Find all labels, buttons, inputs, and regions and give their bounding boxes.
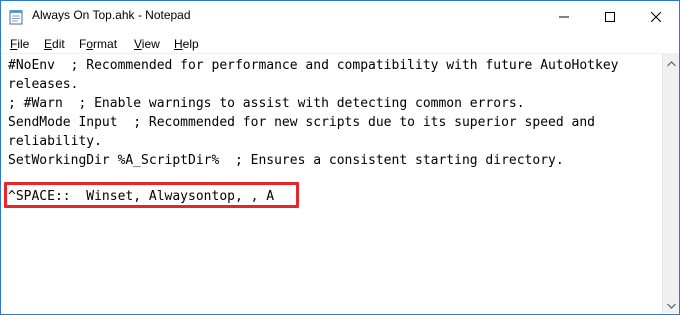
menu-format[interactable]: Format bbox=[79, 37, 117, 51]
code-line: SendMode Input ; Recommended for new scr… bbox=[8, 115, 595, 130]
maximize-icon bbox=[605, 11, 615, 22]
chevron-down-icon bbox=[667, 296, 676, 314]
menu-file[interactable]: File bbox=[10, 37, 29, 51]
minimize-icon bbox=[559, 12, 569, 22]
code-line: releases. bbox=[8, 77, 79, 92]
vertical-scrollbar[interactable] bbox=[662, 54, 679, 314]
close-icon bbox=[651, 11, 661, 22]
minimize-button[interactable] bbox=[541, 1, 587, 32]
menu-edit[interactable]: Edit bbox=[44, 37, 65, 51]
menu-bar: File Edit Format View Help bbox=[1, 32, 679, 54]
code-line: #NoEnv ; Recommended for performance and… bbox=[8, 58, 619, 73]
scroll-down-button[interactable] bbox=[663, 296, 679, 314]
window-title: Always On Top.ahk - Notepad bbox=[32, 8, 191, 22]
text-editor[interactable]: #NoEnv ; Recommended for performance and… bbox=[1, 54, 662, 313]
notepad-window: Always On Top.ahk - Notepad File Edit Fo… bbox=[0, 0, 680, 315]
close-button[interactable] bbox=[633, 1, 679, 32]
code-line: SetWorkingDir %A_ScriptDir% ; Ensures a … bbox=[8, 153, 564, 168]
menu-help[interactable]: Help bbox=[174, 37, 199, 51]
title-bar[interactable]: Always On Top.ahk - Notepad bbox=[1, 1, 679, 32]
code-line: reliability. bbox=[8, 134, 102, 149]
code-line: ; #Warn ; Enable warnings to assist with… bbox=[8, 96, 525, 111]
highlight-annotation bbox=[4, 182, 299, 208]
scroll-up-button[interactable] bbox=[663, 54, 679, 72]
maximize-button[interactable] bbox=[587, 1, 633, 32]
chevron-up-icon bbox=[667, 54, 676, 72]
notepad-icon[interactable] bbox=[9, 9, 23, 25]
menu-view[interactable]: View bbox=[134, 37, 160, 51]
